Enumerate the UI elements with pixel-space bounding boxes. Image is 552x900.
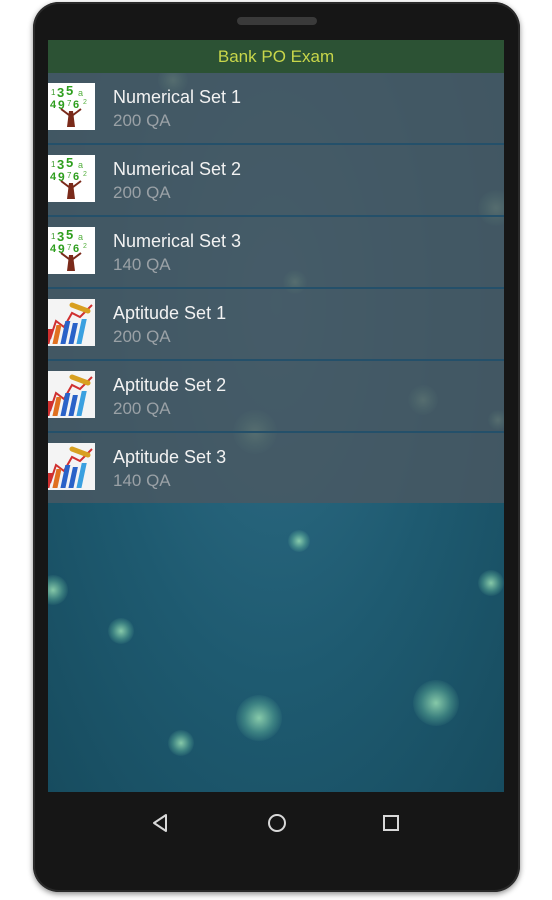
- list-item-numerical-set-2[interactable]: 1 3 5 a 4 9 7 6 2 Numerical Set 2 200 QA: [48, 145, 504, 217]
- numbers-tree-icon: 1 3 5 a 4 9 7 6 2: [48, 155, 95, 202]
- numbers-tree-icon: 1 3 5 a 4 9 7 6 2: [48, 83, 95, 130]
- list-item-count: 200 QA: [113, 399, 171, 418]
- speaker-grille: [237, 17, 317, 25]
- list-item-aptitude-set-1[interactable]: Aptitude Set 1 200 QA: [48, 289, 504, 361]
- bokeh-light: [168, 730, 194, 756]
- svg-text:1: 1: [51, 232, 56, 241]
- svg-text:2: 2: [83, 99, 87, 106]
- list-item-title: Numerical Set 2: [113, 159, 242, 179]
- list-item-title: Aptitude Set 3: [113, 447, 227, 467]
- list-item-aptitude-set-3[interactable]: Aptitude Set 3 140 QA: [48, 433, 504, 503]
- list-item-title: Numerical Set 1: [113, 87, 242, 107]
- app-title: Bank PO Exam: [217, 46, 335, 66]
- app-title-bar: Bank PO Exam: [48, 40, 504, 73]
- svg-text:a: a: [78, 232, 83, 242]
- svg-text:6: 6: [73, 243, 79, 255]
- list-item-count: 200 QA: [113, 327, 171, 346]
- list-item-count: 200 QA: [113, 183, 171, 202]
- list-item-count: 140 QA: [113, 255, 171, 274]
- list-item-title: Numerical Set 3: [113, 231, 242, 251]
- svg-text:4: 4: [50, 99, 57, 111]
- system-nav-bar: [48, 792, 504, 854]
- svg-text:5: 5: [66, 155, 73, 170]
- bokeh-light: [108, 618, 134, 644]
- list-item-count: 140 QA: [113, 471, 171, 490]
- list-item-title: Aptitude Set 1: [113, 303, 227, 323]
- home-circle-icon[interactable]: [262, 808, 292, 838]
- exam-set-list: 1 3 5 a 4 9 7 6 2 Numerical Set 1 200 QA: [48, 73, 504, 503]
- svg-text:7: 7: [67, 99, 72, 108]
- svg-text:2: 2: [83, 171, 87, 178]
- bokeh-light: [236, 695, 282, 741]
- list-item-aptitude-set-2[interactable]: Aptitude Set 2 200 QA: [48, 361, 504, 433]
- bokeh-light: [48, 575, 68, 605]
- bokeh-light: [478, 570, 504, 596]
- svg-text:7: 7: [67, 243, 72, 252]
- svg-text:7: 7: [67, 171, 72, 180]
- svg-text:1: 1: [51, 160, 56, 169]
- list-item-numerical-set-1[interactable]: 1 3 5 a 4 9 7 6 2 Numerical Set 1 200 QA: [48, 73, 504, 145]
- list-item-numerical-set-3[interactable]: 1 3 5 a 4 9 7 6 2 Numerical Set 3 140 QA: [48, 217, 504, 289]
- bar-chart-icon: [48, 443, 95, 490]
- svg-text:4: 4: [50, 243, 57, 255]
- svg-text:6: 6: [73, 171, 79, 183]
- svg-text:a: a: [78, 88, 83, 98]
- numbers-tree-icon: 1 3 5 a 4 9 7 6 2: [48, 227, 95, 274]
- bokeh-light: [413, 680, 459, 726]
- list-item-count: 200 QA: [113, 111, 171, 130]
- recents-square-icon[interactable]: [376, 808, 406, 838]
- back-triangle-icon[interactable]: [146, 808, 176, 838]
- svg-text:4: 4: [50, 171, 57, 183]
- svg-text:2: 2: [83, 243, 87, 250]
- bokeh-light: [288, 530, 310, 552]
- svg-text:1: 1: [51, 88, 56, 97]
- app-screen: Bank PO Exam 1 3 5 a 4 9 7 6 2 Numerical…: [48, 40, 504, 792]
- svg-text:a: a: [78, 160, 83, 170]
- phone-frame: Bank PO Exam 1 3 5 a 4 9 7 6 2 Numerical…: [33, 2, 520, 892]
- svg-text:5: 5: [66, 227, 73, 242]
- svg-text:6: 6: [73, 99, 79, 111]
- svg-text:5: 5: [66, 83, 73, 98]
- bar-chart-icon: [48, 299, 95, 346]
- bar-chart-icon: [48, 371, 95, 418]
- list-item-title: Aptitude Set 2: [113, 375, 227, 395]
